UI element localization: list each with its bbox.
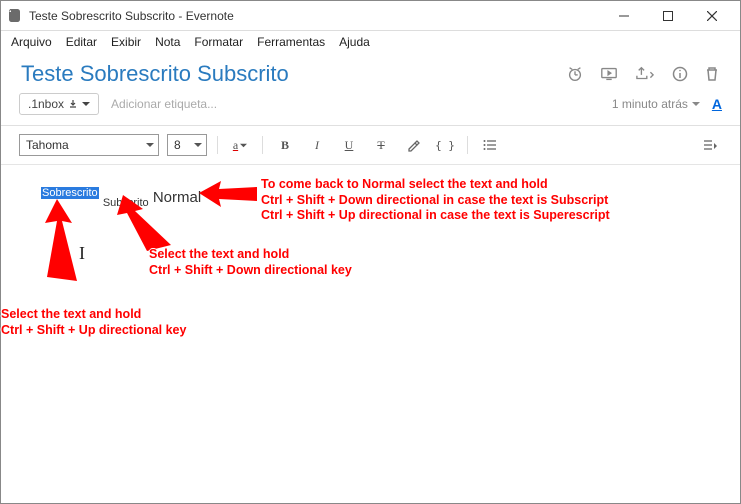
code-block-button[interactable]: { }	[433, 134, 457, 156]
strikethrough-button[interactable]: T	[369, 134, 393, 156]
menu-arquivo[interactable]: Arquivo	[11, 35, 52, 49]
font-color-button[interactable]: A	[712, 96, 722, 112]
app-icon	[7, 8, 23, 24]
notebook-name: .1nbox	[28, 97, 64, 111]
menu-editar[interactable]: Editar	[66, 35, 97, 49]
chevron-down-icon	[692, 100, 700, 108]
chevron-down-icon	[240, 142, 247, 149]
menu-formatar[interactable]: Formatar	[194, 35, 243, 49]
chevron-down-icon	[194, 141, 202, 149]
minimize-button[interactable]	[602, 2, 646, 30]
chevron-down-icon	[82, 100, 90, 108]
underline-button[interactable]: U	[337, 134, 361, 156]
menu-ferramentas[interactable]: Ferramentas	[257, 35, 325, 49]
timestamp: 1 minuto atrás	[612, 97, 700, 111]
menu-nota[interactable]: Nota	[155, 35, 180, 49]
note-body[interactable]: Sobrescrito Subscrito Normal I To come b…	[1, 165, 740, 491]
bold-button[interactable]: B	[273, 134, 297, 156]
format-toolbar: Tahoma 8 a B I U T { }	[1, 126, 740, 165]
download-icon	[68, 99, 78, 109]
annotation-arrow	[199, 181, 259, 209]
font-size-select[interactable]: 8	[167, 134, 207, 156]
menu-ajuda[interactable]: Ajuda	[339, 35, 370, 49]
annotation-text: Select the text and hold Ctrl + Shift + …	[149, 247, 352, 278]
menubar: Arquivo Editar Exibir Nota Formatar Ferr…	[1, 31, 740, 55]
font-size-value: 8	[174, 138, 181, 152]
font-family-value: Tahoma	[26, 138, 69, 152]
menu-exibir[interactable]: Exibir	[111, 35, 141, 49]
note-title[interactable]: Teste Sobrescrito Subscrito	[21, 61, 566, 87]
window-title: Teste Sobrescrito Subscrito - Evernote	[29, 9, 234, 23]
delete-icon[interactable]	[704, 65, 720, 83]
notebook-selector[interactable]: .1nbox	[19, 93, 99, 115]
list-button[interactable]	[478, 134, 502, 156]
italic-button[interactable]: I	[305, 134, 329, 156]
share-icon[interactable]	[634, 65, 656, 83]
highlight-button[interactable]	[401, 134, 425, 156]
annotation-arrow	[27, 199, 87, 289]
more-formatting-button[interactable]	[698, 134, 722, 156]
annotation-arrow	[109, 195, 179, 255]
maximize-button[interactable]	[646, 2, 690, 30]
tag-input[interactable]: Adicionar etiqueta...	[111, 97, 600, 111]
superscript-text-selected: Sobrescrito	[41, 187, 99, 199]
chevron-down-icon	[146, 141, 154, 149]
reminder-icon[interactable]	[566, 65, 584, 83]
annotation-text: Select the text and hold Ctrl + Shift + …	[1, 307, 186, 338]
font-color-tool[interactable]: a	[228, 134, 252, 156]
present-icon[interactable]	[600, 65, 618, 83]
close-button[interactable]	[690, 2, 734, 30]
info-icon[interactable]	[672, 66, 688, 82]
font-family-select[interactable]: Tahoma	[19, 134, 159, 156]
annotation-text: To come back to Normal select the text a…	[261, 177, 610, 224]
